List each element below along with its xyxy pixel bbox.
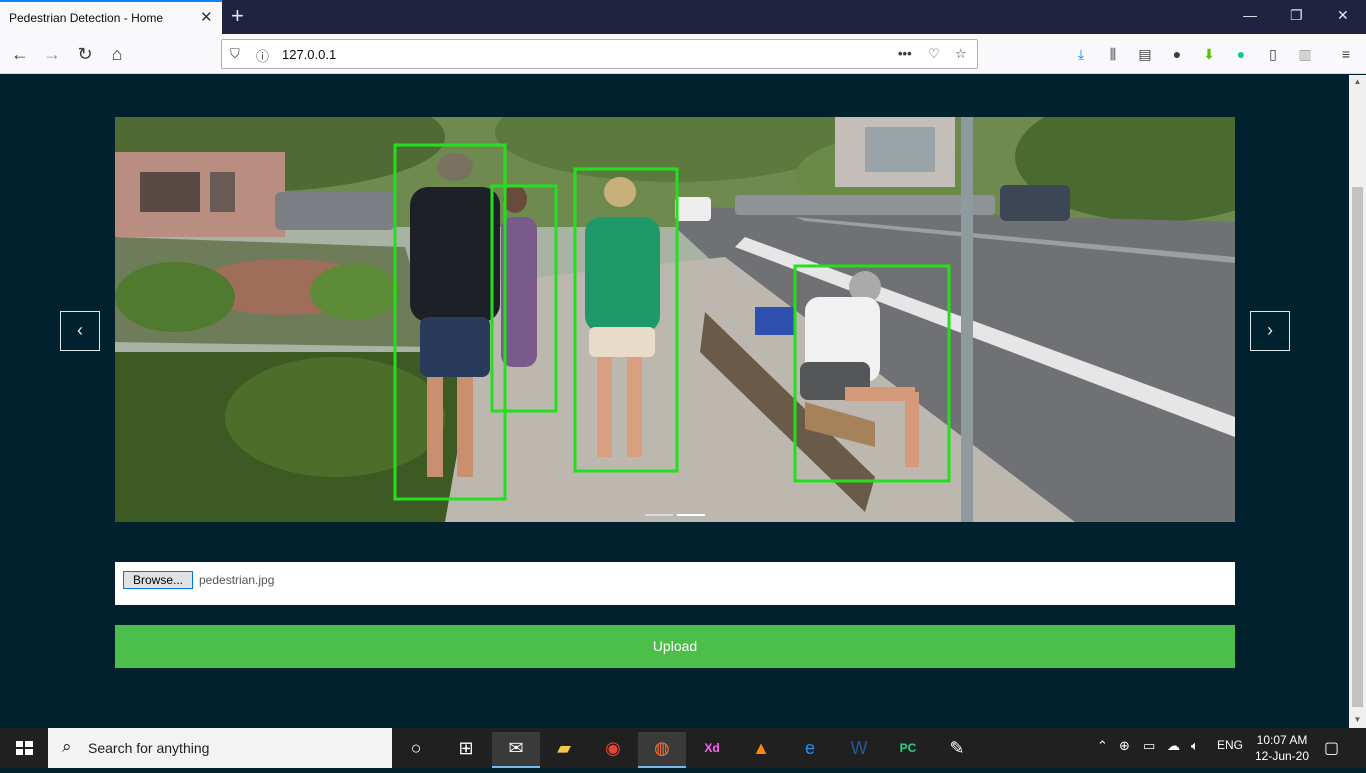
library-icon[interactable]: ⫼ (1103, 44, 1123, 64)
browser-tab[interactable]: Pedestrian Detection - Home ✕ (0, 0, 222, 34)
carousel-indicators (645, 514, 705, 516)
globe-icon[interactable]: ⊕ (1119, 738, 1130, 754)
search-placeholder: Search for anything (88, 740, 210, 756)
network-icon[interactable]: ☁ (1167, 738, 1180, 754)
info-icon[interactable]: ⓘ (256, 46, 269, 65)
windows-taskbar: ⌕ Search for anything ○ ⊞ ✉ ▰ ◉ ◍ Xd ▲ e… (0, 728, 1366, 768)
store-icon[interactable]: ⊞ (442, 732, 490, 768)
sidebar-icon[interactable]: ▤ (1135, 44, 1155, 64)
task-view-icon[interactable]: ○ (392, 732, 440, 768)
carousel-prev-button[interactable]: ‹ (60, 311, 100, 351)
search-icon: ⌕ (62, 737, 72, 756)
windows-logo-icon (16, 741, 33, 755)
extension-download-icon[interactable]: ⬇ (1199, 44, 1219, 64)
firefox-icon[interactable]: ◍ (638, 732, 686, 768)
address-bar[interactable]: ⛉ ⓘ 127.0.0.1 ••• ♡ ☆ (221, 39, 978, 69)
edge-icon[interactable]: e (786, 732, 834, 768)
tab-close-icon[interactable]: ✕ (200, 10, 213, 26)
clock-date: 12-Jun-20 (1254, 749, 1310, 763)
taskbar-clock[interactable]: 10:07 AM 12-Jun-20 (1252, 732, 1312, 764)
notifications-icon[interactable]: ▢ (1324, 738, 1339, 758)
taskbar-search[interactable]: ⌕ Search for anything (48, 728, 392, 768)
volume-icon[interactable]: 🔈︎ (1191, 738, 1199, 754)
minimize-icon[interactable]: — (1243, 7, 1257, 23)
carousel-indicator[interactable] (645, 514, 673, 516)
detection-result-image (115, 117, 1235, 522)
carousel-next-button[interactable]: › (1250, 311, 1290, 351)
tray-chevron-icon[interactable]: ⌃ (1097, 738, 1108, 754)
shield-icon[interactable]: ⛉ (230, 46, 240, 62)
reload-icon[interactable]: ↻ (73, 42, 97, 66)
close-window-icon[interactable]: ✕ (1337, 7, 1349, 23)
tab-title: Pedestrian Detection - Home (9, 11, 164, 25)
bookmark-star-icon[interactable]: ☆ (955, 46, 967, 62)
reader-icon[interactable]: ▯ (1263, 44, 1283, 64)
adobe-xd-icon[interactable]: Xd (688, 732, 736, 768)
home-icon[interactable]: ⌂ (105, 42, 129, 66)
carousel-image (115, 117, 1235, 522)
scroll-up-icon[interactable]: ▲ (1349, 77, 1366, 86)
pocket-icon[interactable]: ♡ (928, 46, 940, 62)
paint-icon[interactable]: ✎ (933, 732, 981, 768)
browser-tab-bar: Pedestrian Detection - Home ✕ + — ❐ ✕ (0, 0, 1366, 34)
battery-icon[interactable]: ▭ (1143, 738, 1155, 754)
more-icon[interactable]: ••• (898, 46, 912, 61)
scroll-thumb[interactable] (1352, 187, 1363, 707)
start-button[interactable] (0, 728, 48, 768)
word-icon[interactable]: W (835, 732, 883, 768)
language-indicator[interactable]: ENG (1217, 738, 1243, 752)
scroll-down-icon[interactable]: ▼ (1349, 715, 1366, 724)
new-tab-icon[interactable]: + (231, 4, 244, 28)
chrome-icon[interactable]: ◉ (589, 732, 637, 768)
mail-icon[interactable]: ✉ (492, 732, 540, 768)
upload-button[interactable]: Upload (115, 625, 1235, 668)
browser-nav-bar: ← → ↻ ⌂ ⛉ ⓘ 127.0.0.1 ••• ♡ ☆ ⤓ ⫼ ▤ ● ⬇ … (0, 34, 1366, 74)
url-text[interactable]: 127.0.0.1 (282, 47, 336, 62)
page-content: ‹ › Browse... pedestrian.jpg Upload (0, 75, 1349, 728)
selected-file-name: pedestrian.jpg (199, 573, 275, 587)
forward-icon[interactable]: → (40, 42, 64, 66)
account-icon[interactable]: ● (1167, 44, 1187, 64)
download-icon[interactable]: ⤓ (1071, 44, 1091, 64)
vlc-icon[interactable]: ▲ (737, 732, 785, 768)
clock-time: 10:07 AM (1256, 733, 1308, 747)
file-input[interactable]: Browse... pedestrian.jpg (115, 562, 1235, 605)
back-icon[interactable]: ← (8, 42, 32, 66)
page-scrollbar[interactable]: ▲ ▼ (1349, 75, 1366, 728)
menu-icon[interactable]: ≡ (1336, 44, 1356, 64)
restore-icon[interactable]: ❐ (1290, 7, 1303, 23)
carousel-indicator-active[interactable] (677, 514, 705, 516)
grammarly-icon[interactable]: ● (1231, 44, 1251, 64)
file-explorer-icon[interactable]: ▰ (540, 732, 588, 768)
extension-icon[interactable]: ▥ (1295, 44, 1315, 64)
pycharm-icon[interactable]: PC (884, 732, 932, 768)
browse-button[interactable]: Browse... (123, 571, 193, 589)
